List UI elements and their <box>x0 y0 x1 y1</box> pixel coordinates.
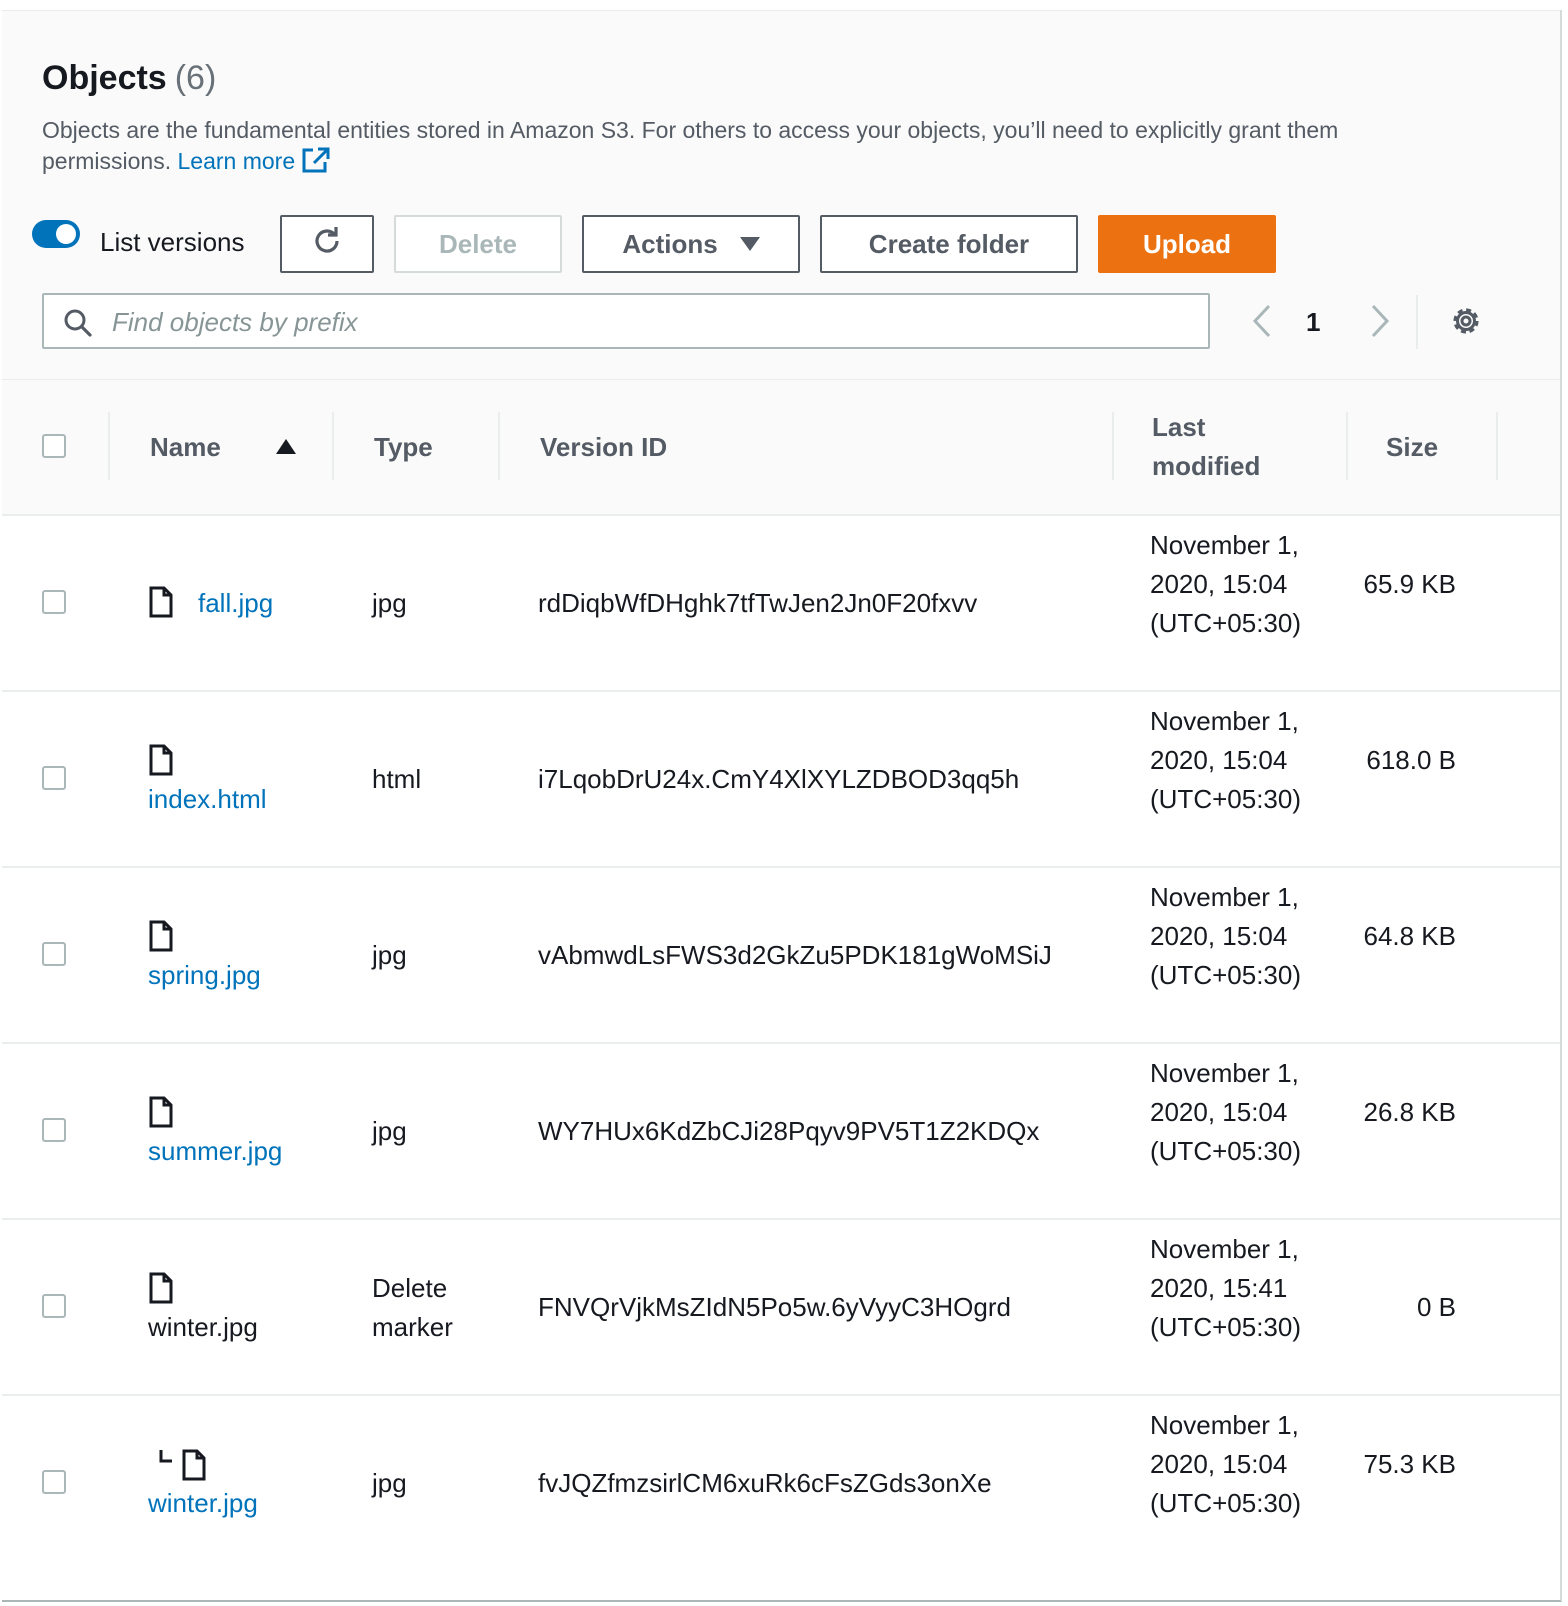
version-id: WY7HUx6KdZbCJi28Pqyv9PV5T1Z2KDQx <box>538 1116 1040 1146</box>
column-divider <box>332 412 334 480</box>
actions-label: Actions <box>622 228 718 259</box>
object-size: 65.9 KB <box>1363 569 1456 599</box>
last-modified: November 1, 2020, 15:04 (UTC+05:30) <box>1150 882 1301 990</box>
upload-button[interactable]: Upload <box>1098 215 1276 273</box>
next-page-icon[interactable] <box>1364 303 1394 344</box>
upload-label: Upload <box>1142 228 1232 259</box>
version-id: i7LqobDrU24x.CmY4XlXYLZDBOD3qq5h <box>538 764 1020 794</box>
object-name: winter.jpg <box>148 1312 258 1342</box>
version-file-icon <box>158 1448 210 1487</box>
description: Objects are the fundamental entities sto… <box>42 115 1462 182</box>
create-folder-label: Create folder <box>868 228 1030 259</box>
object-size: 26.8 KB <box>1363 1097 1456 1127</box>
list-versions-label: List versions <box>100 227 245 257</box>
search-input[interactable] <box>110 301 1194 343</box>
version-id: fvJQZfmzsirlCM6xuRk6cFsZGds3onXe <box>538 1468 992 1498</box>
table-row[interactable]: winter.jpg jpg fvJQZfmzsirlCM6xuRk6cFsZG… <box>2 1396 1560 1570</box>
object-name-link[interactable]: index.html <box>148 780 267 819</box>
previous-page-icon[interactable] <box>1248 303 1278 344</box>
title-text: Objects <box>42 59 167 97</box>
object-size: 64.8 KB <box>1363 921 1456 951</box>
table-header: Name Type Version ID Last modified Size <box>2 380 1560 516</box>
learn-more-link[interactable]: Learn more <box>177 147 332 174</box>
caret-down-icon <box>739 237 760 251</box>
object-name-link[interactable]: fall.jpg <box>198 584 273 623</box>
column-header-name[interactable]: Name <box>150 428 221 467</box>
object-name-link[interactable]: spring.jpg <box>148 956 261 995</box>
pager-divider <box>1416 295 1418 349</box>
select-all-checkbox[interactable] <box>42 434 66 458</box>
file-icon <box>148 1272 174 1309</box>
table-row[interactable]: summer.jpg jpg WY7HUx6KdZbCJi28Pqyv9PV5T… <box>2 1044 1560 1220</box>
sort-ascending-icon[interactable] <box>276 439 296 454</box>
external-link-icon <box>301 146 331 182</box>
object-type: jpg <box>372 1116 407 1146</box>
object-type: jpg <box>372 940 407 970</box>
object-name-link[interactable]: summer.jpg <box>148 1132 282 1171</box>
table-row[interactable]: spring.jpg jpg vAbmwdLsFWS3d2GkZu5PDK181… <box>2 868 1560 1044</box>
create-folder-button[interactable]: Create folder <box>820 215 1078 273</box>
delete-button[interactable]: Delete <box>394 215 562 273</box>
refresh-button[interactable] <box>280 215 374 273</box>
row-checkbox[interactable] <box>42 1294 66 1318</box>
object-type: jpg <box>372 1468 407 1498</box>
column-divider <box>1346 412 1348 480</box>
object-size: 75.3 KB <box>1363 1449 1456 1479</box>
object-count: (6) <box>174 59 217 97</box>
table-row[interactable]: fall.jpg jpg rdDiqbWfDHghk7tfTwJen2Jn0F2… <box>2 516 1560 692</box>
version-id: FNVQrVjkMsZIdN5Po5w.6yVyyC3HOgrd <box>538 1292 1011 1322</box>
objects-header: Objects (6) Objects are the fundamental e… <box>2 10 1560 381</box>
row-checkbox[interactable] <box>42 766 66 790</box>
last-modified: November 1, 2020, 15:04 (UTC+05:30) <box>1150 530 1301 638</box>
page-title: Objects (6) <box>42 59 216 98</box>
file-icon <box>148 1096 174 1133</box>
last-modified: November 1, 2020, 15:04 (UTC+05:30) <box>1150 1410 1301 1518</box>
delete-button-label: Delete <box>438 228 518 259</box>
row-checkbox[interactable] <box>42 942 66 966</box>
objects-panel: Objects (6) Objects are the fundamental e… <box>2 10 1562 1602</box>
toggle-knob <box>56 224 76 244</box>
column-divider <box>498 412 500 480</box>
file-icon <box>148 586 174 623</box>
version-id: vAbmwdLsFWS3d2GkZu5PDK181gWoMSiJ <box>538 940 1052 970</box>
actions-dropdown[interactable]: Actions <box>582 215 800 273</box>
table-row[interactable]: winter.jpg Delete marker FNVQrVjkMsZIdN5… <box>2 1220 1560 1396</box>
column-divider <box>1112 412 1114 480</box>
column-divider <box>1496 412 1498 480</box>
column-header-type[interactable]: Type <box>374 428 433 467</box>
last-modified: November 1, 2020, 15:04 (UTC+05:30) <box>1150 706 1301 814</box>
last-modified: November 1, 2020, 15:41 (UTC+05:30) <box>1150 1234 1301 1342</box>
column-divider <box>108 412 110 480</box>
object-size: 0 B <box>1416 1292 1456 1322</box>
object-type: jpg <box>372 588 407 618</box>
version-id: rdDiqbWfDHghk7tfTwJen2Jn0F20fxvv <box>538 588 978 618</box>
page-number[interactable]: 1 <box>1306 307 1320 338</box>
column-header-version-id[interactable]: Version ID <box>540 428 667 467</box>
object-type: Delete marker <box>372 1273 453 1342</box>
file-icon <box>148 744 174 781</box>
table-row[interactable]: index.html html i7LqobDrU24x.CmY4XlXYLZD… <box>2 692 1560 868</box>
row-checkbox[interactable] <box>42 1470 66 1494</box>
list-versions-toggle[interactable] <box>32 220 80 248</box>
column-header-size[interactable]: Size <box>1386 428 1438 467</box>
object-type: html <box>372 764 422 794</box>
search-box[interactable] <box>42 293 1210 349</box>
learn-more-label: Learn more <box>177 148 296 174</box>
gear-icon[interactable] <box>1448 303 1484 344</box>
row-checkbox[interactable] <box>42 590 66 614</box>
object-size: 618.0 B <box>1366 745 1456 775</box>
object-name-link[interactable]: winter.jpg <box>148 1484 258 1523</box>
file-icon <box>148 920 174 957</box>
refresh-icon <box>309 223 345 266</box>
column-header-last-modified[interactable]: Last modified <box>1152 408 1312 486</box>
last-modified: November 1, 2020, 15:04 (UTC+05:30) <box>1150 1058 1301 1166</box>
row-checkbox[interactable] <box>42 1118 66 1142</box>
